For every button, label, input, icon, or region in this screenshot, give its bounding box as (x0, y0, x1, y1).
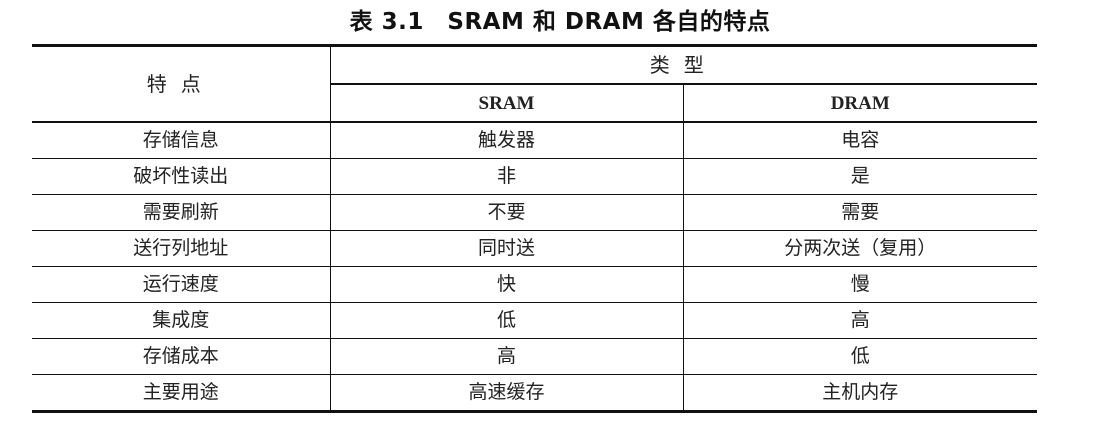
cell-feature: 运行速度 (32, 266, 331, 303)
header-dram: DRAM (683, 83, 1037, 123)
cell-dram: 高 (683, 302, 1037, 339)
table-caption: 表 3.1 SRAM 和 DRAM 各自的特点 (349, 9, 771, 35)
header-row-top: 特点 类型 (32, 44, 1037, 123)
table-row: 破坏性读出 非 是 (32, 158, 1037, 195)
table-row: 存储成本 高 低 (32, 338, 1037, 375)
table-row: 存储信息 触发器 电容 (32, 121, 1037, 159)
cell-feature: 送行列地址 (32, 230, 331, 267)
cell-sram: 低 (330, 302, 684, 339)
cell-dram: 电容 (683, 121, 1037, 159)
cell-dram: 主机内存 (683, 374, 1037, 413)
table-header: 特点 类型 SRAM DRAM (32, 44, 1037, 123)
table-row: 送行列地址 同时送 分两次送（复用） (32, 230, 1037, 267)
cell-sram: 快 (330, 266, 684, 303)
cell-feature: 需要刷新 (32, 194, 331, 231)
cell-dram: 是 (683, 158, 1037, 195)
cell-dram: 慢 (683, 266, 1037, 303)
cell-feature: 破坏性读出 (32, 158, 331, 195)
cell-feature: 集成度 (32, 302, 331, 339)
cell-feature: 存储信息 (32, 121, 331, 159)
table-body: 存储信息 触发器 电容 破坏性读出 非 是 需要刷新 不要 需要 送行列地址 同… (32, 121, 1037, 413)
header-type: 类型 (330, 44, 1037, 84)
table-row: 集成度 低 高 (32, 302, 1037, 339)
cell-dram: 需要 (683, 194, 1037, 231)
cell-sram: 高速缓存 (330, 374, 684, 413)
sram-dram-comparison-table: 特点 类型 SRAM DRAM 存储信息 触发器 电容 破坏性读出 非 是 需要… (32, 44, 1037, 413)
header-sram: SRAM (330, 83, 684, 123)
cell-sram: 触发器 (330, 121, 684, 159)
cell-feature: 主要用途 (32, 374, 331, 413)
cell-dram: 低 (683, 338, 1037, 375)
cell-sram: 高 (330, 338, 684, 375)
table-row: 主要用途 高速缓存 主机内存 (32, 374, 1037, 413)
table-row: 运行速度 快 慢 (32, 266, 1037, 303)
cell-sram: 不要 (330, 194, 684, 231)
cell-sram: 非 (330, 158, 684, 195)
document-page: 表 3.1 SRAM 和 DRAM 各自的特点 特点 类型 SRAM DRAM … (0, 0, 1120, 427)
cell-sram: 同时送 (330, 230, 684, 267)
cell-dram: 分两次送（复用） (683, 230, 1037, 267)
header-feature: 特点 (32, 44, 331, 123)
table-row: 需要刷新 不要 需要 (32, 194, 1037, 231)
cell-feature: 存储成本 (32, 338, 331, 375)
